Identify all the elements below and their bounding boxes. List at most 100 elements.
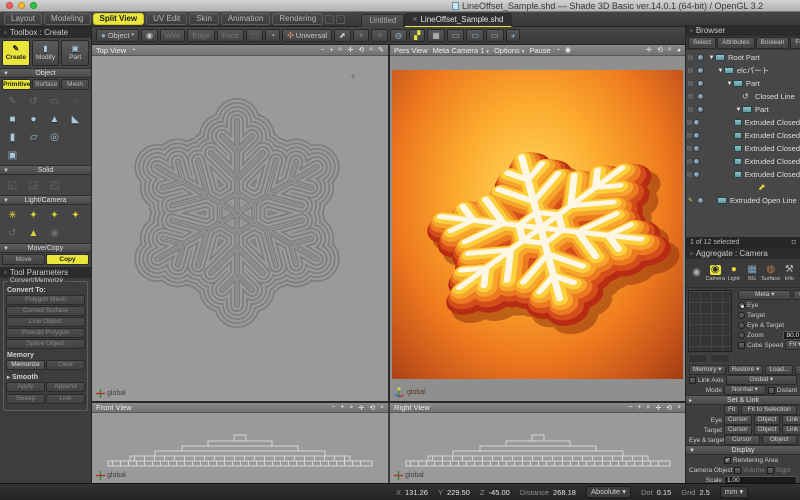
render-flag-icon[interactable] bbox=[693, 119, 700, 126]
section-set-link[interactable]: ▸Set & Link bbox=[686, 395, 800, 405]
zoom-out-icon[interactable]: − bbox=[331, 404, 335, 411]
panel-collapse-icon[interactable]: ◦ bbox=[4, 27, 7, 38]
lock-icon[interactable]: ◘ bbox=[792, 237, 796, 248]
camera-select-dropdown[interactable]: Meta Camera 1 ▾ bbox=[433, 46, 489, 55]
options-dropdown[interactable]: Options ▾ bbox=[494, 46, 524, 55]
tree-row[interactable]: ▤▼Part bbox=[686, 77, 800, 90]
render-flag-icon[interactable] bbox=[697, 93, 704, 100]
tab-split-view[interactable]: Split View bbox=[93, 13, 145, 25]
toolbox-mode-create[interactable]: ✎Create bbox=[2, 40, 30, 66]
render-flag-icon[interactable] bbox=[697, 54, 704, 61]
browser-header[interactable]: ◦Browser bbox=[686, 25, 800, 36]
render-flag-icon[interactable] bbox=[693, 132, 700, 139]
radio-eye-target[interactable]: Eye & Target bbox=[735, 320, 800, 330]
pointlight-icon[interactable]: ✳ bbox=[2, 206, 23, 224]
render-flag-icon[interactable] bbox=[697, 197, 704, 204]
pick-tool-button[interactable]: ⬈ bbox=[334, 29, 351, 42]
pers-view-header[interactable]: Pers View Meta Camera 1 ▾ Options ▾ Paus… bbox=[390, 45, 685, 56]
globe-button[interactable]: ◍ bbox=[390, 29, 407, 42]
pan-icon[interactable]: ✛ bbox=[646, 46, 652, 54]
render-preview-button[interactable]: ◕ bbox=[506, 29, 521, 42]
solid-subtract-icon[interactable]: ◲ bbox=[23, 176, 44, 194]
convert-pseudo-polygon-button[interactable]: Pseudo Polygon bbox=[6, 328, 85, 338]
aggregate-tab-info[interactable]: ⚒Info bbox=[781, 261, 798, 285]
close-window-icon[interactable] bbox=[6, 2, 13, 9]
controller-button[interactable]: ▭ bbox=[466, 29, 484, 42]
orbit-icon[interactable]: ⟲ bbox=[369, 404, 375, 412]
close-tab-icon[interactable]: ✕ bbox=[412, 14, 417, 26]
expander-icon[interactable]: ▼ bbox=[726, 81, 733, 87]
pose-button[interactable]: ✦ bbox=[353, 29, 370, 42]
expander-icon[interactable]: ▼ bbox=[717, 68, 724, 74]
tool-torus-icon[interactable]: ◎ bbox=[44, 128, 65, 146]
tool-rect-icon[interactable]: ▭ bbox=[44, 92, 65, 110]
smooth-link-button[interactable]: Link bbox=[46, 394, 85, 404]
quad-view-button[interactable]: ▞ bbox=[409, 29, 425, 42]
bulb-button[interactable]: ✳ bbox=[371, 29, 388, 42]
section-display[interactable]: ▼Display bbox=[686, 445, 800, 455]
meta-aux-dropdown[interactable]: ▾ bbox=[793, 290, 800, 300]
tab-uv-edit[interactable]: UV Edit bbox=[146, 13, 187, 25]
smooth-label[interactable]: ▸ Smooth bbox=[7, 374, 85, 381]
zoom-tool-icon[interactable]: ⌕ bbox=[677, 404, 681, 412]
shade-mode-icon[interactable]: ◉ bbox=[565, 46, 571, 54]
tree-row[interactable]: ▤Extruded Closed bbox=[686, 142, 800, 155]
convert-curved-surface-button[interactable]: Curved Surface bbox=[6, 306, 85, 316]
tree-row[interactable]: ▤↺Closed Line bbox=[686, 90, 800, 103]
snapshot-button[interactable]: ◉ bbox=[141, 29, 158, 42]
clear-button[interactable]: Clear bbox=[46, 360, 85, 370]
workspace-prev-icon[interactable]: · bbox=[325, 15, 334, 24]
scale-field[interactable]: 1.00 bbox=[724, 476, 797, 484]
top-viewport[interactable]: Top View ◔ − + ⌕ ✛ ⟲ ⌕ ✎ bbox=[92, 45, 388, 401]
object-mode-button[interactable]: ● Object ▾ bbox=[96, 29, 139, 42]
tool-pen-icon[interactable]: ✎ bbox=[2, 92, 23, 110]
cube-speed-checkbox[interactable] bbox=[738, 342, 745, 349]
volume-checkbox[interactable] bbox=[734, 467, 741, 474]
expander-icon[interactable]: ▼ bbox=[708, 55, 715, 61]
window-controls[interactable] bbox=[6, 2, 37, 9]
pan-icon[interactable]: ✛ bbox=[347, 46, 353, 54]
tree-row[interactable]: ▤Extruded Closed bbox=[686, 168, 800, 181]
target-link-button[interactable]: Link bbox=[782, 425, 800, 435]
doc-tab-untitled[interactable]: Untitled bbox=[361, 14, 404, 27]
tree-row[interactable]: ▤▼elcパート bbox=[686, 64, 800, 77]
minimize-window-icon[interactable] bbox=[18, 2, 25, 9]
zoom-window-icon[interactable] bbox=[30, 2, 37, 9]
distant-checkbox[interactable] bbox=[768, 387, 775, 394]
tree-row[interactable]: ▤Extruded Closed bbox=[686, 116, 800, 129]
tool-cone-icon[interactable]: ▲ bbox=[44, 110, 65, 128]
arealight-icon[interactable]: ✦ bbox=[65, 206, 86, 224]
distantlight-icon[interactable]: ✦ bbox=[44, 206, 65, 224]
render-flag-icon[interactable] bbox=[697, 106, 704, 113]
marquee-button[interactable]: ⬚ bbox=[246, 29, 264, 42]
browser-tab-attributes[interactable]: Attributes bbox=[717, 37, 754, 49]
convert-spline-object-button[interactable]: Spline Object bbox=[6, 339, 85, 349]
fit-dropdown[interactable]: Fit ▾ bbox=[785, 340, 800, 350]
move-button[interactable]: Move bbox=[2, 254, 45, 265]
camera-create-icon[interactable]: ◉ bbox=[44, 224, 65, 242]
sight-checkbox[interactable] bbox=[767, 467, 774, 474]
magnify-icon[interactable]: ⌕ bbox=[646, 404, 650, 412]
camera-field-1[interactable] bbox=[688, 354, 708, 363]
section-solid[interactable]: ▼Solid bbox=[0, 165, 91, 175]
front-viewport[interactable]: Front View − + ⌕ ✛ ⟲ ⌕ global bbox=[92, 403, 388, 483]
link-axis-global-dropdown[interactable]: Global ▾ bbox=[726, 375, 797, 385]
spotlight-icon[interactable]: ✦ bbox=[23, 206, 44, 224]
workspace-next-icon[interactable]: · bbox=[336, 15, 345, 24]
mode-dropdown[interactable]: Normal ▾ bbox=[724, 385, 766, 395]
convert-line-object-button[interactable]: Line Object bbox=[6, 317, 85, 327]
numeric-button[interactable]: ▭ bbox=[486, 29, 504, 42]
zoom-tool-icon[interactable]: ⌕ bbox=[369, 46, 373, 54]
orbit-icon[interactable]: ⟲ bbox=[666, 404, 672, 412]
refresh-icon[interactable]: ◔ bbox=[556, 47, 560, 54]
tool-circle-icon[interactable]: ○ bbox=[65, 92, 86, 110]
browser-tab-select[interactable]: Select bbox=[688, 37, 716, 49]
toolbox-header[interactable]: ◦Toolbox : Create bbox=[0, 27, 91, 38]
render-flag-icon[interactable] bbox=[697, 80, 704, 87]
radio-zoom[interactable]: Zoom80.0 bbox=[735, 330, 800, 340]
object-tab-primitive[interactable]: Primitive bbox=[2, 79, 31, 90]
linelight-icon[interactable]: ↺ bbox=[2, 224, 23, 242]
restore-button[interactable]: Restore ▾ bbox=[728, 365, 764, 375]
ambient-icon[interactable]: ▲ bbox=[23, 224, 44, 242]
object-tab-surface[interactable]: Surface bbox=[32, 79, 60, 90]
